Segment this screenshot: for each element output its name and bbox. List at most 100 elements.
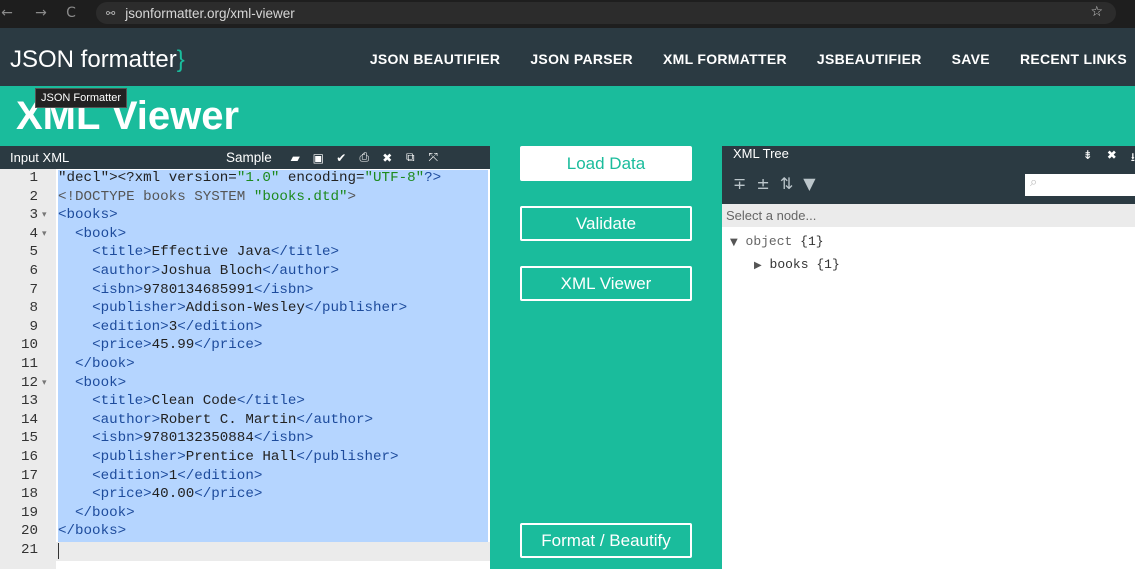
site-info-icon[interactable]: ⚯ — [106, 7, 115, 20]
line-number: 1 — [29, 170, 38, 186]
fold-toggle-icon[interactable]: ▾ — [42, 378, 47, 388]
code-line[interactable]: 10 <price>45.99</price> — [0, 337, 490, 356]
code-text: <edition>1</edition> — [58, 467, 488, 487]
load-data-button[interactable]: Load Data — [520, 146, 692, 181]
code-text: <publisher>Addison-Wesley</publisher> — [58, 300, 488, 319]
code-text: <book> — [58, 374, 488, 394]
collapse-all-icon[interactable]: ± — [756, 174, 769, 193]
code-line[interactable]: 12 ▾ <book> — [0, 374, 490, 394]
line-number: 21 — [20, 542, 38, 558]
code-line[interactable]: 11 </book> — [0, 356, 490, 375]
format-beautify-button[interactable]: Format / Beautify — [520, 523, 692, 558]
line-number: 14 — [20, 411, 38, 428]
line-number: 8 — [29, 300, 38, 317]
code-line[interactable]: 6 <author>Joshua Bloch</author> — [0, 263, 490, 282]
line-number: 11 — [20, 356, 38, 372]
title-band: XML Viewer — [0, 86, 1135, 146]
print-icon[interactable]: ⎙ — [353, 150, 376, 165]
close-panel-icon[interactable]: ✖ — [1107, 148, 1117, 169]
line-number: 20 — [20, 523, 38, 540]
code-text: <book> — [58, 225, 488, 245]
nav-json-beautifier[interactable]: JSON BEAUTIFIER — [370, 51, 501, 67]
collapse-panel-icon[interactable]: ⇟ — [1083, 148, 1093, 169]
code-text: <!DOCTYPE books SYSTEM "books.dtd"> — [58, 188, 488, 208]
expand-all-icon[interactable]: ∓ — [733, 174, 746, 193]
tree-node-key: books — [769, 257, 809, 272]
tree-panel-controls: ⇟ ✖ ⭳ — [1069, 148, 1135, 169]
back-icon[interactable]: ← — [0, 5, 18, 21]
code-line[interactable]: 20 </books> — [0, 523, 490, 542]
forward-icon[interactable]: → — [30, 5, 52, 21]
code-text: <price>40.00</price> — [58, 486, 488, 505]
site-logo[interactable]: JSON formatter} — [10, 46, 185, 74]
logo-text: JSON formatter — [10, 46, 177, 73]
code-line[interactable]: 17 <edition>1</edition> — [0, 467, 490, 487]
code-line[interactable]: 8 <publisher>Addison-Wesley</publisher> — [0, 300, 490, 319]
code-text: <isbn>9780134685991</isbn> — [58, 281, 488, 301]
validate-button[interactable]: Validate — [520, 206, 692, 241]
code-line[interactable]: 5 <title>Effective Java</title> — [0, 244, 490, 263]
fold-toggle-icon[interactable]: ▾ — [42, 210, 47, 220]
xml-viewer-button[interactable]: XML Viewer — [520, 266, 692, 301]
code-line[interactable]: 3 ▾ <books> — [0, 207, 490, 226]
code-line[interactable]: 7 <isbn>9780134685991</isbn> — [0, 281, 490, 301]
code-text: <author>Joshua Bloch</author> — [58, 263, 488, 282]
code-line[interactable]: 19 </book> — [0, 504, 490, 524]
save-icon[interactable]: ▣ — [307, 151, 330, 165]
code-text: <books> — [58, 207, 488, 226]
xml-code-editor[interactable]: 1 "decl"><?xml version="1.0" encoding="UT… — [0, 169, 490, 569]
download-icon[interactable]: ⭳ — [1131, 148, 1135, 169]
nav-jsbeautifier[interactable]: JSBEAUTIFIER — [817, 51, 922, 67]
code-line[interactable]: 2 <!DOCTYPE books SYSTEM "books.dtd"> — [0, 188, 490, 208]
sample-button[interactable]: Sample — [226, 150, 272, 165]
checkmark-icon[interactable]: ✔ — [330, 151, 353, 165]
code-line[interactable]: 14 <author>Robert C. Martin</author> — [0, 411, 490, 431]
code-text: <price>45.99</price> — [58, 337, 488, 356]
tree-search-input[interactable] — [1025, 174, 1135, 196]
nav-xml-formatter[interactable]: XML FORMATTER — [663, 51, 787, 67]
code-line[interactable]: 16 <publisher>Prentice Hall</publisher> — [0, 449, 490, 468]
line-number: 18 — [20, 486, 38, 503]
logo-brace: } — [176, 46, 185, 73]
tree-panel-header: XML Tree ⇟ ✖ ⭳ ∓ ± ⇅ ▼ ⌕ — [722, 146, 1135, 204]
bookmark-star-icon[interactable]: ☆ — [1090, 4, 1103, 20]
clear-icon[interactable]: ✖ — [376, 151, 399, 165]
tree-node-root[interactable]: ▼ object {1} — [730, 234, 824, 249]
line-number: 2 — [29, 188, 38, 205]
line-number: 6 — [29, 263, 38, 279]
copy-icon[interactable]: ⧉ — [399, 150, 422, 165]
nav-save[interactable]: SAVE — [952, 51, 990, 67]
code-line[interactable]: 1 "decl"><?xml version="1.0" encoding="UT… — [0, 170, 490, 189]
code-text: <title>Effective Java</title> — [58, 244, 488, 263]
expanded-triangle-icon[interactable]: ▼ — [730, 237, 738, 248]
open-folder-icon[interactable]: ▰ — [284, 151, 307, 165]
input-panel-label: Input XML — [10, 150, 70, 165]
code-line[interactable]: 4 ▾ <book> — [0, 225, 490, 245]
url-text: jsonformatter.org/xml-viewer — [125, 5, 295, 21]
sort-icon[interactable]: ⇅ — [780, 174, 793, 193]
code-line[interactable]: 18 <price>40.00</price> — [0, 486, 490, 505]
fold-toggle-icon[interactable]: ▾ — [42, 229, 47, 239]
filter-icon[interactable]: ▼ — [803, 174, 815, 193]
address-bar[interactable]: ⚯ jsonformatter.org/xml-viewer — [96, 2, 1116, 24]
collapsed-triangle-icon[interactable]: ▶ — [754, 260, 762, 271]
tree-node-type: object — [745, 234, 793, 249]
xml-tree-panel: XML Tree ⇟ ✖ ⭳ ∓ ± ⇅ ▼ ⌕ Select a node..… — [722, 146, 1135, 569]
code-line[interactable]: 9 <edition>3</edition> — [0, 318, 490, 338]
line-number: 13 — [20, 393, 38, 410]
logo-tooltip: JSON Formatter — [35, 88, 128, 108]
line-number: 15 — [20, 430, 38, 447]
node-path-bar[interactable]: Select a node... — [722, 204, 1135, 227]
reload-icon[interactable]: C — [60, 5, 82, 21]
code-line[interactable]: 21 — [0, 542, 490, 561]
main-nav: JSON BEAUTIFIER JSON PARSER XML FORMATTE… — [340, 51, 1127, 67]
tree-node-books[interactable]: ▶ books {1} — [754, 257, 840, 272]
nav-json-parser[interactable]: JSON PARSER — [530, 51, 633, 67]
code-text: <isbn>9780132350884</isbn> — [58, 430, 488, 449]
tree-node-count: {1} — [816, 257, 840, 272]
fullscreen-icon[interactable]: ⤧ — [422, 150, 445, 165]
search-icon: ⌕ — [1030, 175, 1038, 190]
code-line[interactable]: 13 <title>Clean Code</title> — [0, 393, 490, 412]
nav-recent-links[interactable]: RECENT LINKS — [1020, 51, 1127, 67]
code-line[interactable]: 15 <isbn>9780132350884</isbn> — [0, 430, 490, 449]
